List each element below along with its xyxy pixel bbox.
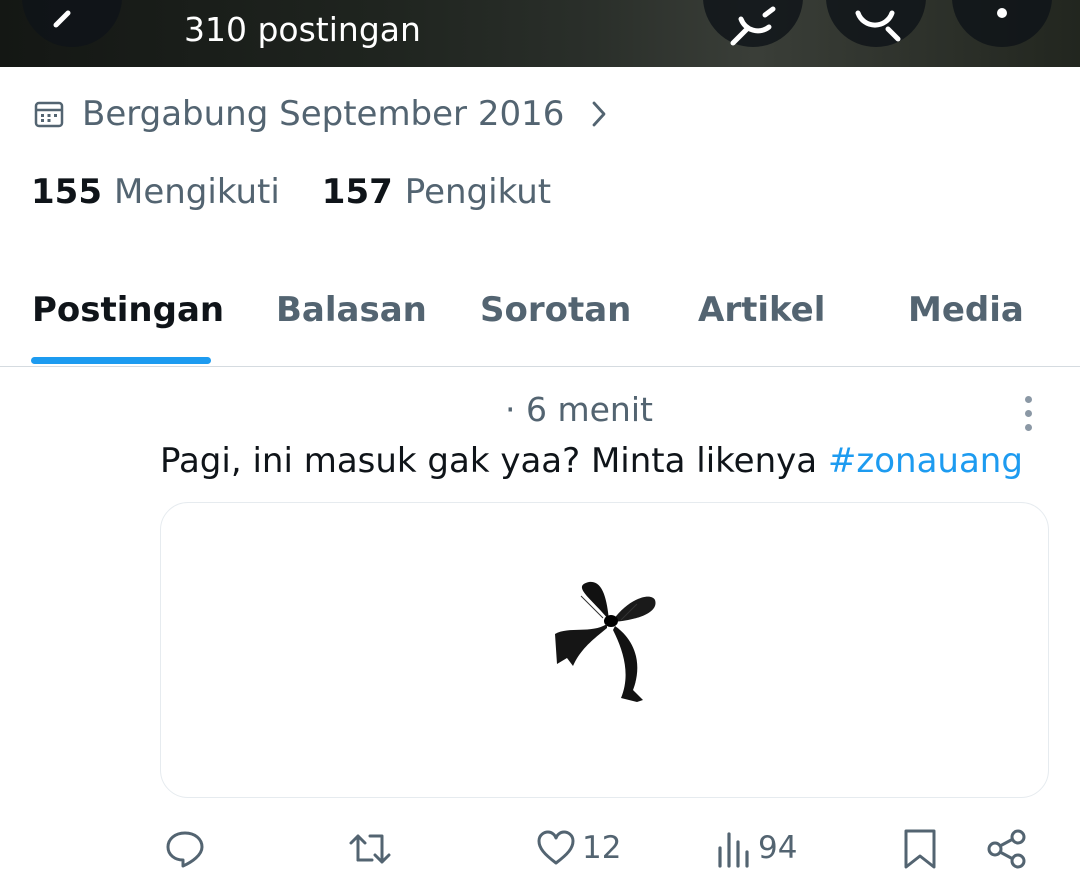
joined-date-row[interactable]: Bergabung September 2016: [34, 94, 632, 134]
grok-button[interactable]: [703, 0, 803, 47]
like-count: 12: [582, 830, 622, 866]
hashtag-link[interactable]: #zonauang: [828, 441, 1023, 481]
tab-artikel[interactable]: Artikel: [698, 290, 825, 330]
grok-icon: [730, 6, 776, 46]
followers-label: Pengikut: [404, 172, 552, 212]
heart-icon: [537, 830, 575, 865]
following-label: Mengikuti: [113, 172, 280, 212]
post-media[interactable]: [160, 502, 1049, 798]
search-icon: [855, 10, 901, 42]
views-button[interactable]: 94: [716, 828, 797, 868]
search-button[interactable]: [826, 0, 926, 47]
like-button[interactable]: 12: [536, 828, 621, 868]
followers-count: 157: [321, 172, 393, 212]
following-count: 155: [31, 172, 102, 212]
repost-icon: [349, 834, 391, 864]
post-text: Pagi, ini masuk gak yaa? Minta likenya #…: [160, 441, 1023, 481]
following-link[interactable]: 155 Mengikuti: [31, 172, 280, 212]
follow-stats: 155 Mengikuti 157 Pengikut: [31, 172, 593, 212]
more-vertical-icon: [997, 8, 1007, 18]
profile-tabs: Postingan Balasan Sorotan Artikel Media: [0, 280, 1080, 366]
tab-postingan[interactable]: Postingan: [32, 290, 224, 330]
bookmark-button[interactable]: [902, 828, 938, 870]
tab-sorotan[interactable]: Sorotan: [480, 290, 631, 330]
views-chart-icon: [718, 832, 749, 868]
joined-date: Bergabung September 2016: [82, 94, 565, 134]
tab-media[interactable]: Media: [908, 290, 1024, 330]
tabs-divider: [0, 366, 1080, 367]
reply-button[interactable]: [164, 828, 206, 870]
bookmark-icon: [904, 829, 936, 869]
more-button[interactable]: [952, 0, 1052, 47]
post-actions: 12 94: [0, 820, 1080, 880]
profile-header-banner: 310 postingan: [0, 0, 1080, 67]
followers-link[interactable]: 157 Pengikut: [322, 172, 551, 212]
post-body: Pagi, ini masuk gak yaa? Minta likenya: [160, 441, 828, 481]
ribbon-bow-image: [555, 581, 656, 702]
back-button[interactable]: [22, 0, 122, 47]
chevron-right-icon: [592, 101, 606, 127]
tab-balasan[interactable]: Balasan: [276, 290, 427, 330]
calendar-icon: [34, 101, 64, 128]
share-icon: [987, 829, 1026, 869]
reply-icon: [166, 831, 204, 868]
views-count: 94: [758, 830, 798, 866]
post-more-icon[interactable]: [1018, 396, 1040, 432]
active-tab-indicator: [31, 357, 211, 364]
repost-button[interactable]: [348, 828, 394, 870]
post-count: 310 postingan: [184, 10, 421, 49]
share-button[interactable]: [986, 828, 1028, 870]
arrow-left-icon: [53, 10, 71, 28]
post-timestamp[interactable]: · 6 menit: [505, 390, 653, 429]
